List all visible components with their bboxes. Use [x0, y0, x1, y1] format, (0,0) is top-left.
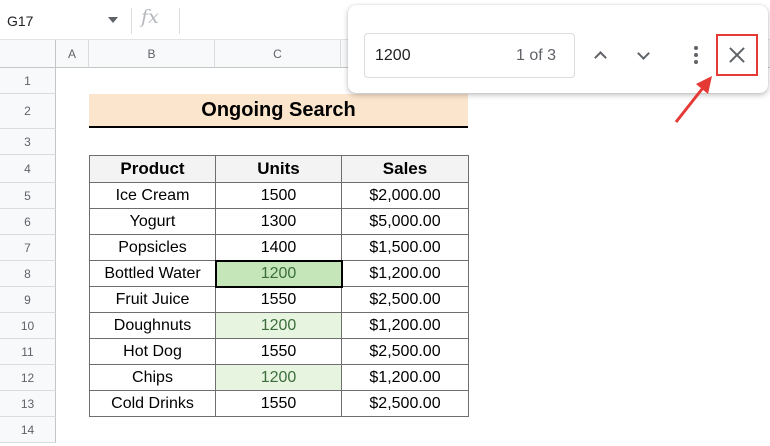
- row-header-8[interactable]: 8: [0, 261, 56, 287]
- divider: [131, 8, 132, 34]
- row-header-1[interactable]: 1: [0, 68, 56, 94]
- cell-sales[interactable]: $2,500.00: [341, 390, 469, 417]
- row-header-7[interactable]: 7: [0, 235, 56, 261]
- data-table: Product Units Sales Ice Cream 1500 $2,00…: [89, 155, 469, 417]
- cell-sales[interactable]: $1,200.00: [341, 364, 469, 391]
- cell-units[interactable]: 1400: [215, 234, 342, 261]
- chevron-up-icon: [593, 50, 607, 64]
- table-row: Popsicles 1400 $1,500.00: [89, 234, 469, 261]
- cell-product[interactable]: Hot Dog: [89, 338, 216, 365]
- table-row: Ice Cream 1500 $2,000.00: [89, 182, 469, 209]
- row-header-10[interactable]: 10: [0, 313, 56, 339]
- header-sales[interactable]: Sales: [341, 155, 469, 183]
- cell-product[interactable]: Chips: [89, 364, 216, 391]
- close-find-button[interactable]: [716, 34, 758, 76]
- row-header-5[interactable]: 5: [0, 183, 56, 209]
- table-row: Cold Drinks 1550 $2,500.00: [89, 390, 469, 417]
- cell-product[interactable]: Popsicles: [89, 234, 216, 261]
- row-header-13[interactable]: 13: [0, 391, 56, 417]
- next-match-button[interactable]: [631, 43, 655, 67]
- table-row: Chips 1200 $1,200.00: [89, 364, 469, 391]
- find-query: 1200: [375, 47, 411, 64]
- row-header-2[interactable]: 2: [0, 94, 56, 129]
- cell-sales[interactable]: $2,500.00: [341, 286, 469, 313]
- row-header-4[interactable]: 4: [0, 155, 56, 183]
- header-product[interactable]: Product: [89, 155, 216, 183]
- row-header-6[interactable]: 6: [0, 209, 56, 235]
- column-header-a[interactable]: A: [56, 40, 89, 68]
- cell-product[interactable]: Cold Drinks: [89, 390, 216, 417]
- row-header-12[interactable]: 12: [0, 365, 56, 391]
- cell-sales[interactable]: $1,200.00: [341, 312, 469, 339]
- cell-units[interactable]: 1550: [215, 286, 342, 313]
- cell-sales[interactable]: $5,000.00: [341, 208, 469, 235]
- chevron-down-icon: [636, 46, 650, 60]
- annotation-arrow-icon: [674, 76, 712, 123]
- table-row: Hot Dog 1550 $2,500.00: [89, 338, 469, 365]
- name-box-dropdown-icon[interactable]: [108, 17, 118, 23]
- divider: [179, 8, 180, 34]
- more-options-button[interactable]: [689, 43, 703, 67]
- cell-sales[interactable]: $2,000.00: [341, 182, 469, 209]
- row-header-3[interactable]: 3: [0, 129, 56, 155]
- column-header-b[interactable]: B: [89, 40, 215, 68]
- header-units[interactable]: Units: [215, 155, 342, 183]
- cell-units[interactable]: 1300: [215, 208, 342, 235]
- cell-product[interactable]: Yogurt: [89, 208, 216, 235]
- row-header-9[interactable]: 9: [0, 287, 56, 313]
- cell-sales[interactable]: $2,500.00: [341, 338, 469, 365]
- cell-units[interactable]: 1500: [215, 182, 342, 209]
- cell-product[interactable]: Ice Cream: [89, 182, 216, 209]
- cell-sales[interactable]: $1,200.00: [341, 260, 469, 287]
- table-row: Yogurt 1300 $5,000.00: [89, 208, 469, 235]
- row-header-11[interactable]: 11: [0, 339, 56, 365]
- more-vert-icon: [694, 46, 698, 50]
- row-header-14[interactable]: 14: [0, 417, 56, 443]
- table-row: Bottled Water 1200 $1,200.00: [89, 259, 469, 288]
- cell-units[interactable]: 1550: [215, 390, 342, 417]
- select-all-corner[interactable]: [0, 40, 56, 68]
- sheet-title[interactable]: Ongoing Search: [89, 94, 468, 128]
- fx-icon: fx: [141, 6, 159, 28]
- cell-sales[interactable]: $1,500.00: [341, 234, 469, 261]
- previous-match-button[interactable]: [588, 43, 612, 67]
- more-vert-icon-dot: [694, 60, 698, 64]
- table-row: Doughnuts 1200 $1,200.00: [89, 312, 469, 339]
- cell-product[interactable]: Fruit Juice: [89, 286, 216, 313]
- match-count: 1 of 3: [515, 47, 556, 64]
- cell-product[interactable]: Doughnuts: [89, 312, 216, 339]
- find-input[interactable]: 1200 1 of 3: [364, 33, 575, 78]
- cell-units-match[interactable]: 1200: [215, 364, 342, 391]
- table-row: Fruit Juice 1550 $2,500.00: [89, 286, 469, 313]
- cell-units[interactable]: 1550: [215, 338, 342, 365]
- cell-units-match[interactable]: 1200: [215, 312, 342, 339]
- more-vert-icon-dot: [694, 53, 698, 57]
- cell-units-current-match[interactable]: 1200: [214, 259, 343, 288]
- cell-product[interactable]: Bottled Water: [89, 260, 216, 287]
- column-header-c[interactable]: C: [215, 40, 341, 68]
